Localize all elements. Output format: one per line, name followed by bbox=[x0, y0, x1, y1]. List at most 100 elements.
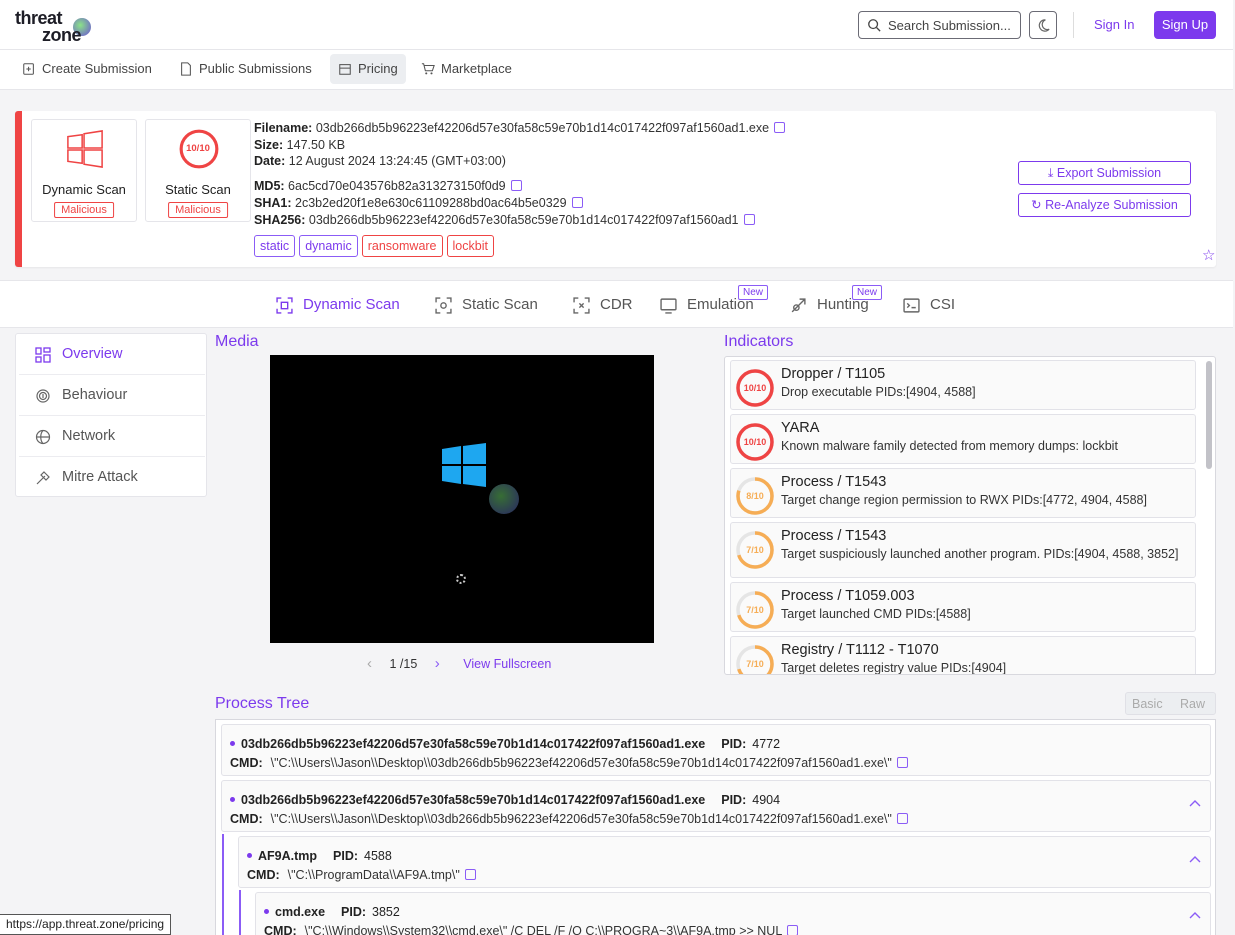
export-submission-button[interactable]: ⤓ Export Submission bbox=[1018, 161, 1191, 185]
chevron-left-icon[interactable]: ‹ bbox=[367, 655, 372, 672]
chevron-up-icon[interactable] bbox=[1188, 853, 1202, 867]
indicator-description: Known malware family detected from memor… bbox=[781, 439, 1118, 453]
indicator-description: Drop executable PIDs:[4904, 4588] bbox=[781, 385, 976, 399]
tab-dynamic-scan-label: Dynamic Scan bbox=[303, 296, 400, 313]
date-label: Date: bbox=[254, 154, 286, 168]
indicator-item[interactable]: 7/10 Registry / T1112 - T1070 Target del… bbox=[730, 636, 1196, 674]
process-node[interactable]: 03db266db5b96223ef42206d57e30fa58c59e70b… bbox=[221, 780, 1211, 832]
media-screenshot[interactable] bbox=[270, 355, 654, 643]
indicator-description: Target change region permission to RWX P… bbox=[781, 493, 1147, 507]
process-node[interactable]: AF9A.tmp PID: 4588 CMD: \"C:\\ProgramData\\… bbox=[238, 836, 1211, 888]
nav-public-submissions-label: Public Submissions bbox=[199, 61, 312, 76]
media-pagination: ‹ 1 /15 › View Fullscreen bbox=[367, 655, 551, 672]
tag-static[interactable]: static bbox=[254, 235, 296, 257]
star-icon[interactable]: ☆ bbox=[1202, 246, 1215, 264]
indicator-item[interactable]: 10/10 YARA Known malware family detected… bbox=[730, 414, 1196, 464]
moon-icon bbox=[1038, 19, 1050, 32]
copy-icon[interactable] bbox=[896, 757, 908, 768]
sidebar-item-behaviour[interactable]: Behaviour bbox=[19, 375, 205, 416]
analysis-tabs: Dynamic Scan Static Scan CDR Emulation N… bbox=[0, 280, 1233, 328]
copy-icon[interactable] bbox=[774, 122, 786, 133]
windows-icon bbox=[67, 130, 103, 168]
indicator-score-ring: 8/10 bbox=[736, 477, 774, 515]
theme-toggle-button[interactable] bbox=[1029, 11, 1057, 39]
process-node[interactable]: 03db266db5b96223ef42206d57e30fa58c59e70b… bbox=[221, 724, 1211, 776]
tab-static-scan[interactable]: Static Scan bbox=[435, 296, 538, 314]
dynamic-scan-verdict: Malicious bbox=[54, 202, 114, 218]
copy-icon[interactable] bbox=[510, 180, 522, 191]
process-tree-view-toggle: Basic Raw bbox=[1125, 692, 1216, 715]
indicator-item[interactable]: 7/10 Process / T1059.003 Target launched… bbox=[730, 582, 1196, 632]
tag-dynamic[interactable]: dynamic bbox=[299, 235, 358, 257]
static-scan-score: 10/10 bbox=[186, 143, 210, 154]
submission-summary: Dynamic Scan Malicious 10/10 Static Scan… bbox=[15, 111, 1216, 267]
tab-emulation[interactable]: Emulation New bbox=[660, 285, 769, 314]
process-name: AF9A.tmp bbox=[258, 849, 318, 863]
export-label: Export Submission bbox=[1056, 166, 1162, 180]
copy-icon[interactable] bbox=[743, 214, 755, 225]
raw-view-button[interactable]: Raw bbox=[1180, 697, 1205, 711]
tree-connector bbox=[239, 890, 241, 935]
process-node[interactable]: cmd.exe PID: 3852 CMD: \"C:\\Windows\\Syste… bbox=[255, 892, 1211, 935]
sidebar-item-mitre-attack[interactable]: Mitre Attack bbox=[19, 457, 205, 498]
sha256-value: 03db266db5b96223ef42206d57e30fa58c59e70b… bbox=[308, 213, 739, 227]
indicator-description: Target launched CMD PIDs:[4588] bbox=[781, 607, 971, 621]
view-fullscreen-link[interactable]: View Fullscreen bbox=[463, 657, 551, 671]
copy-icon[interactable] bbox=[464, 869, 476, 880]
cmd-value: \"C:\\Windows\\System32\\cmd.exe\" /C DE… bbox=[304, 924, 783, 935]
chevron-up-icon[interactable] bbox=[1188, 909, 1202, 923]
tab-csi[interactable]: CSI bbox=[903, 296, 955, 313]
filename-value: 03db266db5b96223ef42206d57e30fa58c59e70b… bbox=[315, 121, 770, 135]
static-scan-card[interactable]: 10/10 Static Scan Malicious bbox=[145, 119, 251, 222]
chevron-up-icon[interactable] bbox=[1188, 797, 1202, 811]
threatzone-logo[interactable]: threat zone bbox=[15, 8, 105, 45]
basic-view-button[interactable]: Basic bbox=[1132, 697, 1163, 711]
indicator-score: 7/10 bbox=[746, 545, 764, 555]
indicator-item[interactable]: 8/10 Process / T1543 Target change regio… bbox=[730, 468, 1196, 518]
tab-hunting[interactable]: Hunting New bbox=[790, 285, 883, 313]
indicator-item[interactable]: 7/10 Process / T1543 Target suspiciously… bbox=[730, 522, 1196, 578]
create-submission-icon bbox=[23, 63, 34, 75]
indicators-scrollbar[interactable] bbox=[1206, 361, 1212, 469]
sign-up-button[interactable]: Sign Up bbox=[1154, 11, 1216, 39]
indicator-score-ring: 7/10 bbox=[736, 531, 774, 569]
copy-icon[interactable] bbox=[787, 925, 799, 935]
nav-public-submissions[interactable]: Public Submissions bbox=[177, 54, 312, 84]
sha1-label: SHA1: bbox=[254, 196, 292, 210]
nav-marketplace[interactable]: Marketplace bbox=[419, 54, 512, 84]
tab-static-scan-label: Static Scan bbox=[462, 296, 538, 313]
filename-label: Filename: bbox=[254, 121, 313, 135]
nav-create-submission-label: Create Submission bbox=[42, 61, 152, 76]
sha256-label: SHA256: bbox=[254, 213, 306, 227]
indicator-score-ring: 10/10 bbox=[736, 423, 774, 461]
tag-ransomware[interactable]: ransomware bbox=[361, 235, 443, 257]
search-submission-input[interactable]: Search Submission... bbox=[858, 11, 1021, 39]
cmd-label: CMD: bbox=[230, 756, 263, 770]
nav-create-submission[interactable]: Create Submission bbox=[20, 54, 152, 84]
date-row: Date: 12 August 2024 13:24:45 (GMT+03:00… bbox=[254, 154, 506, 168]
tab-cdr[interactable]: CDR bbox=[573, 296, 633, 314]
sign-in-link[interactable]: Sign In bbox=[1094, 17, 1134, 32]
process-tree-title: Process Tree bbox=[215, 695, 310, 712]
copy-icon[interactable] bbox=[896, 813, 908, 824]
indicators-title: Indicators bbox=[724, 333, 794, 350]
sidebar-overview-label: Overview bbox=[62, 346, 123, 362]
process-header: AF9A.tmp PID: 4588 bbox=[247, 849, 392, 863]
main-nav: Create Submission Public Submissions Pri… bbox=[0, 50, 1233, 90]
reanalyze-submission-button[interactable]: ↻ Re-Analyze Submission bbox=[1018, 193, 1191, 217]
sidebar-network-label: Network bbox=[62, 428, 116, 444]
chevron-right-icon[interactable]: › bbox=[435, 655, 440, 672]
sidebar-item-network[interactable]: Network bbox=[19, 416, 205, 457]
process-name: cmd.exe bbox=[275, 905, 326, 919]
sha1-row: SHA1: 2c3b2ed20f1e8e630c61109288bd0ac64b… bbox=[254, 196, 583, 210]
indicator-item[interactable]: 10/10 Dropper / T1105 Drop executable PI… bbox=[730, 360, 1196, 410]
pid-label: PID: bbox=[721, 737, 747, 751]
nav-pricing[interactable]: Pricing bbox=[330, 54, 406, 84]
tab-dynamic-scan[interactable]: Dynamic Scan bbox=[276, 296, 400, 314]
link-preview-statusbar: https://app.threat.zone/pricing bbox=[0, 914, 172, 935]
sidebar-item-overview[interactable]: Overview bbox=[19, 334, 205, 375]
indicator-score-ring: 10/10 bbox=[736, 369, 774, 407]
copy-icon[interactable] bbox=[571, 197, 583, 208]
tag-lockbit[interactable]: lockbit bbox=[446, 235, 494, 257]
dynamic-scan-card[interactable]: Dynamic Scan Malicious bbox=[31, 119, 137, 222]
